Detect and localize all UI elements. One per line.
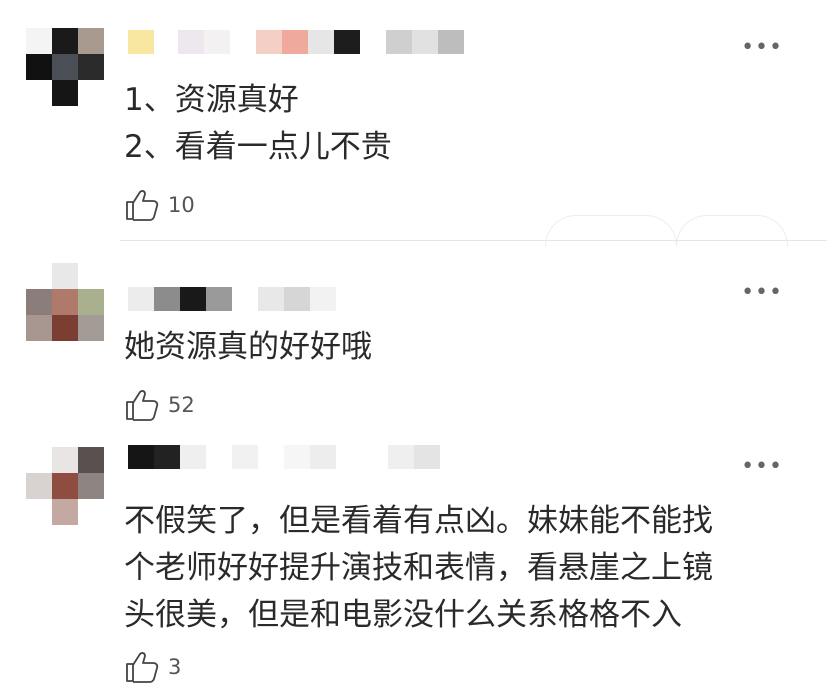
username-obscured[interactable] [128, 287, 368, 317]
more-horizontal-icon[interactable]: ••• [741, 456, 783, 478]
username-obscured[interactable] [128, 445, 448, 475]
comment-line: 不假笑了，但是看着有点凶。妹妹能不能找 [124, 503, 713, 539]
comment-line: 1、资源真好 [124, 82, 299, 118]
thumbs-up-icon [126, 390, 159, 421]
comment-item: ••• 不假笑了，但是看着有点凶。妹妹能不能找 个老师好好提升演技和表情，看悬崖… [0, 435, 827, 683]
comment-text: 1、资源真好 2、看着一点儿不贵 [124, 77, 392, 171]
avatar[interactable] [26, 28, 104, 106]
more-horizontal-icon[interactable]: ••• [741, 37, 783, 59]
comment-text: 不假笑了，但是看着有点凶。妹妹能不能找 个老师好好提升演技和表情，看悬崖之上镜 … [124, 498, 713, 639]
like-count: 10 [168, 193, 195, 217]
thumbs-up-icon [126, 190, 159, 221]
comment-item: ••• 她资源真的好好哦 52 [0, 245, 827, 435]
like-button[interactable]: 10 [124, 188, 195, 222]
comment-line: 头很美，但是和电影没什么关系格格不入 [124, 597, 682, 633]
comment-line: 个老师好好提升演技和表情，看悬崖之上镜 [124, 550, 713, 586]
username-obscured[interactable] [128, 30, 488, 60]
input-shadow [676, 215, 788, 246]
more-horizontal-icon[interactable]: ••• [741, 282, 783, 304]
comment-line: 她资源真的好好哦 [124, 329, 372, 365]
like-count: 3 [168, 655, 182, 679]
like-button[interactable]: 52 [124, 388, 195, 422]
comment-text: 她资源真的好好哦 [124, 324, 372, 371]
like-count: 52 [168, 393, 195, 417]
thumbs-up-icon [126, 652, 159, 683]
avatar[interactable] [26, 263, 104, 341]
avatar[interactable] [26, 447, 104, 525]
comment-item: ••• 1、资源真好 2、看着一点儿不贵 10 [0, 0, 827, 246]
input-shadow [545, 215, 677, 246]
like-button[interactable]: 3 [124, 650, 181, 684]
divider [120, 240, 827, 241]
comment-line: 2、看着一点儿不贵 [124, 129, 392, 165]
